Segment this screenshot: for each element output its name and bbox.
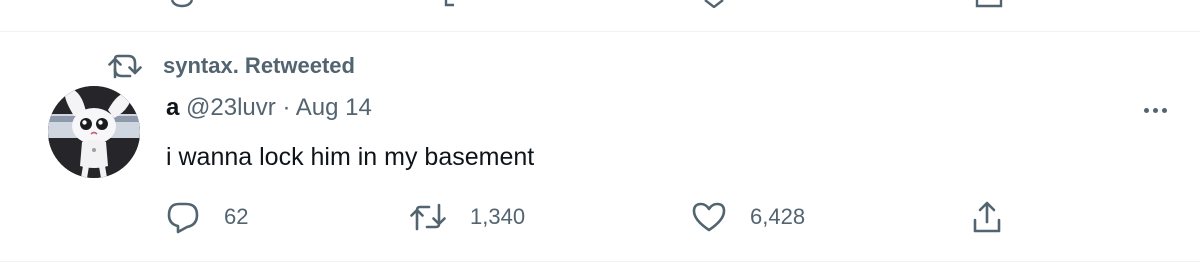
reply-button[interactable]: 62	[166, 199, 248, 235]
like-count: 6,428	[750, 204, 806, 229]
separator: ·	[282, 94, 291, 121]
reply-icon[interactable]	[170, 0, 194, 8]
reply-count: 62	[224, 204, 249, 229]
more-icon[interactable]	[1130, 95, 1180, 125]
like-icon[interactable]	[702, 0, 726, 8]
author-handle[interactable]: @23luvr	[186, 94, 276, 121]
retweet-icon	[410, 202, 446, 232]
reply-icon	[166, 200, 200, 234]
bottom-divider	[0, 261, 1200, 262]
retweet-button[interactable]: 1,340	[410, 199, 525, 235]
retweet-icon[interactable]	[432, 0, 466, 8]
tweet[interactable]: syntax. Retweeted a @23luvr · Aug 14 i w…	[0, 31, 1200, 261]
tweet-date[interactable]: Aug 14	[296, 94, 372, 121]
retweet-context-icon	[108, 51, 142, 81]
share-icon[interactable]	[975, 0, 1003, 8]
heart-icon	[692, 201, 726, 233]
share-button[interactable]	[972, 199, 1002, 235]
previous-tweet-actions	[0, 0, 1200, 30]
retweet-context-label[interactable]: syntax. Retweeted	[163, 51, 355, 81]
retweet-count: 1,340	[470, 204, 526, 229]
tweet-text: i wanna lock him in my basement	[166, 143, 535, 171]
author-name[interactable]: a	[166, 94, 179, 121]
avatar[interactable]	[48, 86, 140, 178]
share-icon	[972, 200, 1002, 234]
like-button[interactable]: 6,428	[692, 199, 805, 235]
tweet-header: a @23luvr · Aug 14	[166, 91, 372, 125]
